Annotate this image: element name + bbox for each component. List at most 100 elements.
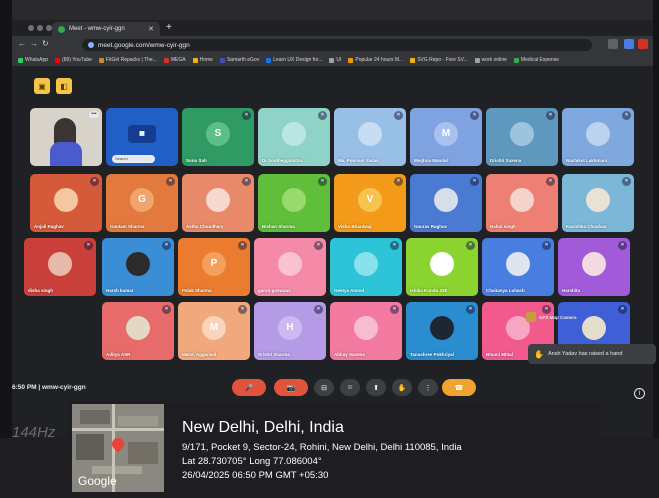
close-tab-icon[interactable]: ✕	[148, 25, 154, 33]
monitor-bezel-right	[653, 0, 659, 498]
site-info-icon[interactable]	[88, 42, 94, 48]
participant-name: Drishti Saxena	[490, 158, 522, 163]
bookmark-favicon-icon	[266, 57, 272, 63]
profile-icon[interactable]	[638, 39, 648, 49]
participant-tile[interactable]: G ✕ Gautam Sharma	[106, 174, 178, 232]
mic-toggle-button[interactable]: 🎤	[232, 379, 266, 396]
browser-tab[interactable]: Meet - wmw-cyir-ggn ✕	[52, 22, 160, 36]
participant-tile[interactable]: ✕ Abhay Saxena	[330, 302, 402, 360]
new-tab-icon[interactable]: +	[166, 22, 172, 34]
window-controls[interactable]	[28, 25, 52, 31]
nav-buttons[interactable]: ←→↻	[18, 39, 53, 48]
participant-name: Abhay Saxena	[334, 352, 365, 357]
muted-mic-icon: ✕	[238, 305, 247, 314]
participant-tile[interactable]: ✕ Chaitanya Luhach	[482, 238, 554, 296]
participant-name: Tanushree Pokhriyal	[410, 352, 454, 357]
more-icon[interactable]: •••	[89, 111, 99, 118]
emoji-button[interactable]: ☺	[340, 379, 360, 396]
bookmark-label: Medical Expense	[520, 57, 559, 63]
participant-avatar	[582, 315, 606, 340]
participant-tile[interactable]: ✕ garvit goswami	[254, 238, 326, 296]
captions-button[interactable]: ⊟	[314, 379, 334, 396]
participant-tile[interactable]: ✕ Ishika Kundu 338	[406, 238, 478, 296]
raise-hand-button[interactable]: ✋	[392, 379, 412, 396]
muted-mic-icon: ✕	[618, 305, 627, 314]
participant-tile[interactable]: ✕ Rahul singh	[486, 174, 558, 232]
meeting-details-icon[interactable]: ▣	[34, 78, 50, 94]
muted-mic-icon: ✕	[314, 241, 323, 250]
participant-tile[interactable]: ✕ Astha Choudhary	[182, 174, 254, 232]
participant-tile[interactable]: P ✕ Palak Sharma	[178, 238, 250, 296]
bookmark-item[interactable]: WhatsApp	[18, 57, 48, 63]
muted-mic-icon: ✕	[542, 241, 551, 250]
participant-tile[interactable]: S ✕ Sonu Sah	[182, 108, 254, 166]
muted-mic-icon: ✕	[466, 305, 475, 314]
bookmark-label: Popular 24 hours M...	[355, 57, 404, 63]
muted-mic-icon: ✕	[390, 241, 399, 250]
bookmark-item[interactable]: Home	[192, 57, 213, 63]
participant-tile[interactable]: V ✕ Vishu Bhardwaj	[334, 174, 406, 232]
participant-tile[interactable]: ✕ Harsh kumar	[102, 238, 174, 296]
leave-call-icon: ☎	[454, 384, 464, 392]
bookmark-label: Home	[199, 57, 213, 63]
participant-tile[interactable]: •••	[30, 108, 102, 166]
bookmark-item[interactable]: UI	[329, 57, 341, 63]
participant-tile[interactable]: H ✕ Srishti Sharma	[254, 302, 326, 360]
bookmark-item[interactable]: Learn UX Design for...	[266, 57, 322, 63]
participant-tile[interactable]: M ✕ Meghna Mandal	[410, 108, 482, 166]
participant-tile[interactable]: ✕ Ms. Poonam Yadav	[334, 108, 406, 166]
browser-tab-bar: Meet - wmw-cyir-ggn ✕ +	[12, 20, 653, 36]
bookmark-item[interactable]: SVG Repo - Free SV...	[410, 57, 468, 63]
bookmark-favicon-icon	[18, 57, 23, 63]
bookmark-item[interactable]: Medical Expense	[513, 57, 559, 63]
participant-tile[interactable]: ✕ Kanishka Chauhan	[562, 174, 634, 232]
participant-name: Geetya Anand	[334, 288, 365, 293]
participant-tile[interactable]: ✕ Anjali Raghav	[30, 174, 102, 232]
bookmark-item[interactable]: Samarth eGov	[219, 57, 259, 63]
bookmark-item[interactable]: work online	[474, 57, 507, 63]
participant-avatar: G	[130, 187, 154, 212]
muted-mic-icon: ✕	[618, 241, 627, 250]
participant-tile[interactable]: ✕ Harshita	[558, 238, 630, 296]
host-controls-icon[interactable]: ◧	[56, 78, 72, 94]
more-options-button[interactable]: ⋮	[418, 379, 438, 396]
muted-mic-icon: ✕	[470, 111, 479, 120]
participant-name: Gaurav Raghav	[414, 224, 448, 229]
participant-tile[interactable]: Search ▦	[106, 108, 178, 166]
bookmark-favicon-icon	[98, 57, 104, 63]
participant-tile[interactable]: ✕ Dr.Southeggulattar...	[258, 108, 330, 166]
participant-avatar	[278, 251, 302, 276]
muted-mic-icon: ✕	[238, 241, 247, 250]
bookmark-item[interactable]: FitGirl Repacks | The...	[98, 57, 157, 63]
participant-tile[interactable]: ✕ Nachiket Lakhmani	[562, 108, 634, 166]
omnibox[interactable]: meet.google.com/wmw-cyir-ggn	[82, 39, 592, 51]
bookmark-label: FitGirl Repacks | The...	[105, 57, 157, 63]
participant-tile[interactable]: ✕ Bishan Sharma	[258, 174, 330, 232]
self-video-shirt	[50, 142, 82, 166]
participant-tile[interactable]: M ✕ Mansi Aggarwal	[178, 302, 250, 360]
participant-tile[interactable]: ✕ Drishti Saxena	[486, 108, 558, 166]
location-latlong: Lat 28.730705° Long 77.086004°	[182, 456, 322, 467]
participant-name: Palak Sharma	[182, 288, 212, 293]
present-button[interactable]: ⬆	[366, 379, 386, 396]
bookmark-item[interactable]: MEGA	[163, 57, 186, 63]
participant-avatar	[354, 315, 378, 340]
meeting-info-icon[interactable]: i	[634, 388, 645, 399]
camera-toggle-button[interactable]: 📷	[274, 379, 308, 396]
extension-icon[interactable]	[624, 39, 634, 49]
muted-mic-icon: ✕	[162, 305, 171, 314]
participant-tile[interactable]: ✕ Geetya Anand	[330, 238, 402, 296]
leave-call-button[interactable]: ☎	[442, 379, 476, 396]
bookmark-item[interactable]: (89) YouTube	[55, 57, 92, 63]
participant-tile[interactable]: ✕ Gaurav Raghav	[410, 174, 482, 232]
participant-name: Astha Choudhary	[186, 224, 224, 229]
participant-name: Rahul singh	[490, 224, 516, 229]
bookmark-item[interactable]: Popular 24 hours M...	[348, 57, 403, 63]
participant-avatar: V	[358, 187, 382, 212]
participant-tile[interactable]: ✕ Tanushree Pokhriyal	[406, 302, 478, 360]
bookmark-star-icon[interactable]	[608, 39, 618, 49]
participant-tile[interactable]: ✕ disha singh	[24, 238, 96, 296]
participant-avatar	[586, 121, 610, 146]
participant-tile[interactable]: ✕ Aditya ASR	[102, 302, 174, 360]
participant-name: Anjali Raghav	[34, 224, 64, 229]
